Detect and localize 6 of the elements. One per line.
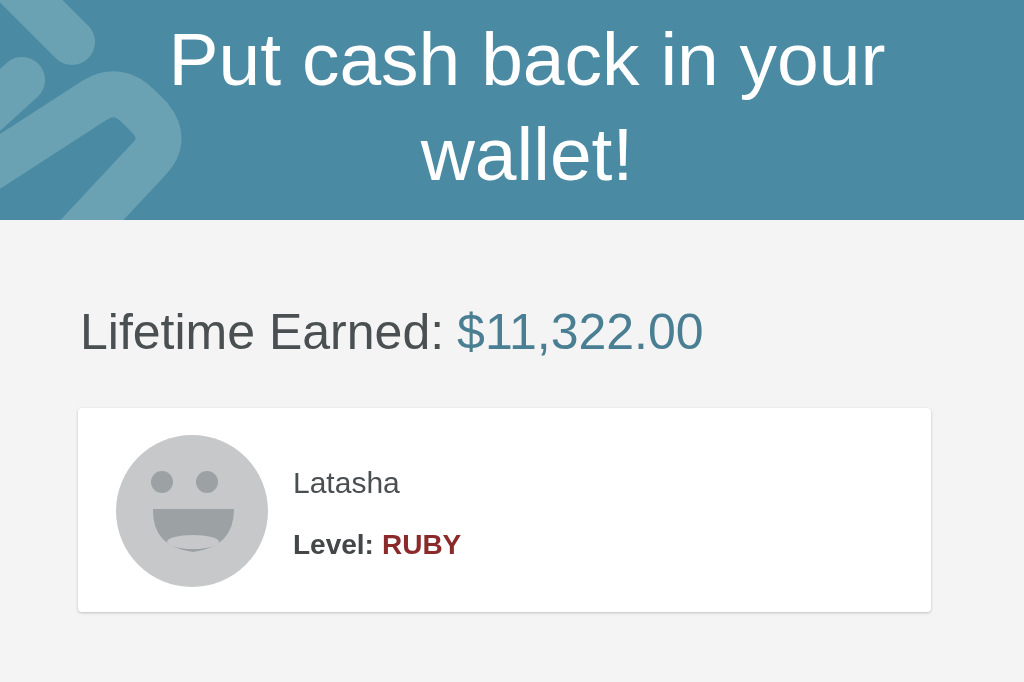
lifetime-earned-label: Lifetime Earned: xyxy=(80,303,445,362)
lifetime-earned-amount: $11,322.00 xyxy=(457,303,704,362)
user-name: Latasha xyxy=(293,464,401,501)
level-value: RUBY xyxy=(381,527,462,562)
banner-title: Put cash back in your wallet! xyxy=(167,16,887,198)
level-label: Level: xyxy=(293,527,374,562)
